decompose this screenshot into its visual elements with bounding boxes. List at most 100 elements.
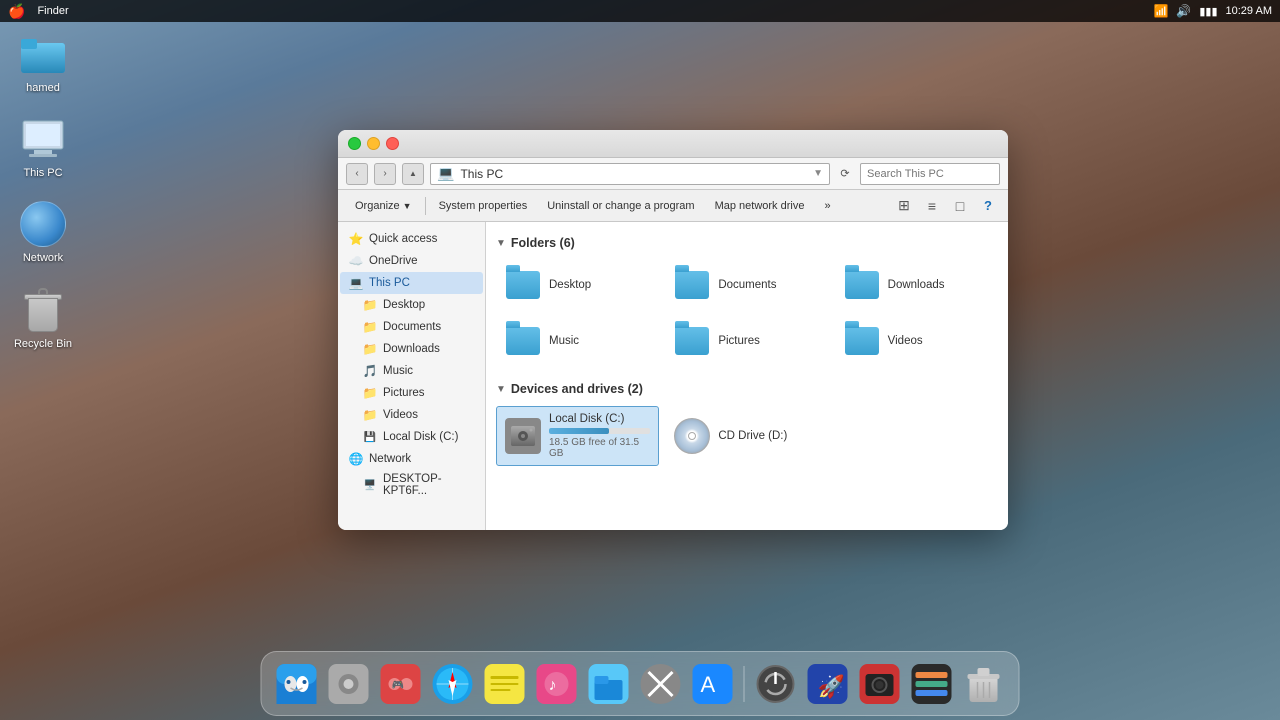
uninstall-button[interactable]: Uninstall or change a program [538, 194, 703, 218]
organize-dropdown-icon: ▼ [403, 201, 412, 211]
sidebar-item-downloads[interactable]: 📁 Downloads [340, 338, 483, 360]
sidebar-item-music[interactable]: 🎵 Music [340, 360, 483, 382]
volume-icon[interactable]: 🔊 [1176, 4, 1191, 18]
dock-item-launchpad[interactable] [638, 661, 684, 707]
desktop-icon-this-pc[interactable]: This PC [8, 115, 78, 180]
desktop-icon-hamed[interactable]: hamed [8, 30, 78, 95]
up-button[interactable]: ▲ [402, 163, 424, 185]
desktop: 🍎 Finder 📶 🔊 ▮▮▮ 10:29 AM [0, 0, 1280, 720]
uninstall-label: Uninstall or change a program [547, 200, 694, 212]
folder-icon-pictures: 📁 [362, 385, 378, 401]
folder-downloads-icon [844, 267, 880, 303]
folder-item-documents[interactable]: Documents [665, 260, 828, 310]
sidebar-pictures-label: Pictures [383, 387, 425, 399]
folder-downloads-name: Downloads [888, 279, 945, 291]
cloud-icon: ☁️ [348, 253, 364, 269]
menu-bar-right: 📶 🔊 ▮▮▮ 10:29 AM [1153, 4, 1272, 18]
close-button[interactable] [386, 137, 399, 150]
folder-icon-desktop: 📁 [362, 297, 378, 313]
help-button[interactable]: ? [976, 194, 1000, 218]
sidebar-item-documents[interactable]: 📁 Documents [340, 316, 483, 338]
dock-item-rocket[interactable]: 🚀 [805, 661, 851, 707]
svg-text:🎮: 🎮 [392, 680, 404, 691]
system-properties-button[interactable]: System properties [430, 194, 537, 218]
sidebar-item-network[interactable]: 🌐 Network [340, 448, 483, 470]
main-content: ⭐ Quick access ☁️ OneDrive 💻 This PC 📁 D… [338, 222, 1008, 530]
battery-icon: ▮▮▮ [1199, 5, 1217, 18]
dock-item-photo-booth[interactable] [857, 661, 903, 707]
dock-item-notes[interactable] [482, 661, 528, 707]
star-icon: ⭐ [348, 231, 364, 247]
folder-item-pictures[interactable]: Pictures [665, 316, 828, 366]
sidebar-item-desktop[interactable]: 📁 Desktop [340, 294, 483, 316]
toolbar-right: ⊞ ≡ □ ? [892, 194, 1000, 218]
map-network-label: Map network drive [715, 200, 805, 212]
recycle-bin-label: Recycle Bin [14, 338, 72, 351]
wifi-icon[interactable]: 📶 [1153, 4, 1168, 18]
apple-menu[interactable]: 🍎 [8, 3, 25, 20]
sidebar-this-pc-label: This PC [369, 277, 410, 289]
view-tiles-button[interactable]: ⊞ [892, 194, 916, 218]
folders-grid: Desktop Documents Downloads [496, 260, 998, 366]
more-button[interactable]: » [815, 194, 839, 218]
computer-kpt6f-icon: 🖥️ [362, 477, 378, 493]
desktop-icon-network[interactable]: Network [8, 200, 78, 265]
organize-label: Organize [355, 200, 400, 212]
sidebar-item-local-disk[interactable]: 💾 Local Disk (C:) [340, 426, 483, 448]
address-dropdown[interactable]: ▼ [813, 168, 823, 179]
forward-button[interactable]: › [374, 163, 396, 185]
dock-item-power[interactable] [753, 661, 799, 707]
folders-section-header: ▼ Folders (6) [496, 236, 998, 250]
folder-item-downloads[interactable]: Downloads [835, 260, 998, 310]
sidebar-item-this-pc[interactable]: 💻 This PC [340, 272, 483, 294]
address-bar: ‹ › ▲ 💻 This PC ▼ ⟳ [338, 158, 1008, 190]
menu-bar: 🍎 Finder 📶 🔊 ▮▮▮ 10:29 AM [0, 0, 1280, 22]
desktop-icon-recycle-bin[interactable]: Recycle Bin [8, 286, 78, 351]
view-toggle-button[interactable]: □ [948, 194, 972, 218]
folders-section-title: Folders (6) [511, 236, 575, 250]
dock-item-game-center[interactable]: 🎮 [378, 661, 424, 707]
back-button[interactable]: ‹ [346, 163, 368, 185]
device-item-local-disk-c[interactable]: Local Disk (C:) 18.5 GB free of 31.5 GB [496, 406, 659, 466]
sidebar-item-onedrive[interactable]: ☁️ OneDrive [340, 250, 483, 272]
svg-text:A: A [701, 672, 716, 697]
device-item-cd-drive-d[interactable]: CD Drive (D:) [665, 406, 828, 466]
dock-item-itunes[interactable]: ♪ [534, 661, 580, 707]
clock: 10:29 AM [1226, 5, 1272, 17]
organize-button[interactable]: Organize ▼ [346, 194, 421, 218]
folders-toggle[interactable]: ▼ [496, 238, 506, 249]
network-label: Network [23, 252, 63, 265]
folder-item-desktop[interactable]: Desktop [496, 260, 659, 310]
dock-item-trash[interactable] [961, 661, 1007, 707]
sidebar-item-pictures[interactable]: 📁 Pictures [340, 382, 483, 404]
dock-item-system-prefs[interactable] [326, 661, 372, 707]
folder-icon-documents: 📁 [362, 319, 378, 335]
address-path[interactable]: 💻 This PC ▼ [430, 163, 830, 185]
sidebar-item-desktop-kpt6f[interactable]: 🖥️ DESKTOP-KPT6F... [340, 470, 483, 500]
devices-toggle[interactable]: ▼ [496, 384, 506, 395]
device-local-disk-info: Local Disk (C:) 18.5 GB free of 31.5 GB [549, 413, 650, 459]
folder-icon-videos: 📁 [362, 407, 378, 423]
search-input[interactable] [860, 163, 1000, 185]
map-network-button[interactable]: Map network drive [706, 194, 814, 218]
folder-item-videos[interactable]: Videos [835, 316, 998, 366]
folder-item-music[interactable]: Music [496, 316, 659, 366]
dock-item-stack[interactable] [909, 661, 955, 707]
dock-item-finder[interactable] [274, 661, 320, 707]
dock-item-safari[interactable] [430, 661, 476, 707]
hamed-label: hamed [26, 82, 60, 95]
dock-item-files[interactable] [586, 661, 632, 707]
dock-item-app-store[interactable]: A [690, 661, 736, 707]
dock-divider [744, 666, 745, 702]
device-local-disk-space: 18.5 GB free of 31.5 GB [549, 437, 650, 459]
refresh-button[interactable]: ⟳ [836, 165, 854, 183]
folder-music-name: Music [549, 335, 579, 347]
maximize-button[interactable] [348, 137, 361, 150]
finder-menu[interactable]: Finder [37, 5, 68, 17]
sidebar-item-videos[interactable]: 📁 Videos [340, 404, 483, 426]
address-text: This PC [460, 167, 503, 181]
minimize-button[interactable] [367, 137, 380, 150]
svg-text:🚀: 🚀 [818, 674, 845, 699]
view-details-button[interactable]: ≡ [920, 194, 944, 218]
sidebar-item-quick-access[interactable]: ⭐ Quick access [340, 228, 483, 250]
